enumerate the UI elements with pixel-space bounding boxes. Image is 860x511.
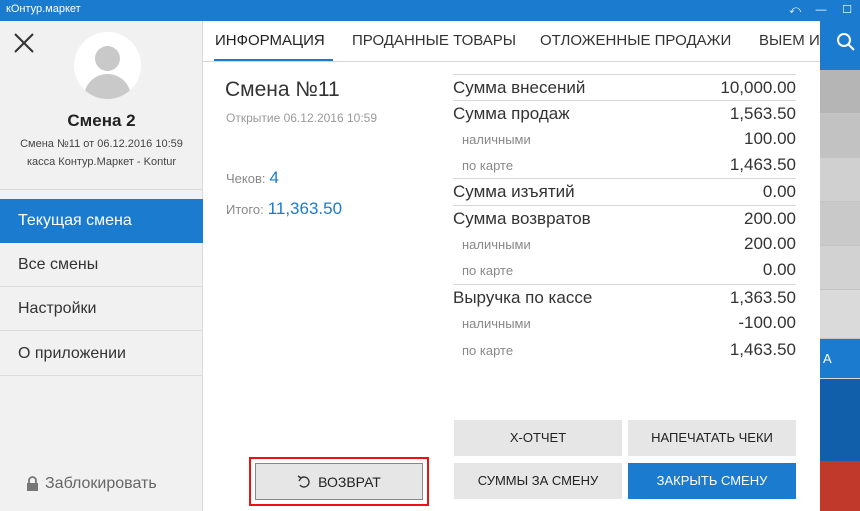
- back-window-button[interactable]: ⤺: [782, 0, 808, 21]
- summary-value: 200.00: [744, 209, 796, 228]
- total-label: Итого:: [226, 202, 264, 217]
- summary-row-returns-card: по карте 0.00: [453, 257, 796, 283]
- summary-value: 1,563.50: [729, 104, 796, 123]
- summary-value: 0.00: [762, 182, 796, 201]
- summary-row-sales-cash: наличными 100.00: [453, 126, 796, 152]
- summary-row-returns-cash: наличными 200.00: [453, 231, 796, 257]
- cashbox-info: касса Контур.Маркет - Kontur: [26, 156, 177, 168]
- summary-row-revenue-card: по карте 1,463.50: [453, 337, 796, 363]
- tab-sold-items[interactable]: ПРОДАННЫЕ ТОВАРЫ: [352, 32, 516, 49]
- close-shift-button[interactable]: ЗАКРЫТЬ СМЕНУ: [628, 463, 796, 499]
- shift-title: Смена №11: [225, 78, 340, 101]
- close-icon[interactable]: [12, 31, 36, 55]
- summary-label: Выручка по кассе: [453, 288, 593, 307]
- summary-row-revenue-cash: наличными -100.00: [453, 310, 796, 336]
- lock-label: Заблокировать: [45, 475, 157, 492]
- sidebar-item-settings[interactable]: Настройки: [0, 287, 203, 331]
- background-panel: А: [820, 21, 860, 511]
- summary-label: по карте: [462, 343, 514, 358]
- summary-value: -100.00: [738, 313, 796, 332]
- summary-label: по карте: [462, 158, 514, 173]
- print-checks-button[interactable]: НАПЕЧАТАТЬ ЧЕКИ: [628, 420, 796, 456]
- tab-deferred-sales[interactable]: ОТЛОЖЕННЫЕ ПРОДАЖИ: [540, 32, 731, 49]
- tab-withdrawals[interactable]: ВЫЕМ И: [759, 32, 820, 49]
- background-block: [820, 70, 860, 114]
- sidebar: Смена 2 Смена №11 от 06.12.2016 10:59 ка…: [0, 21, 203, 511]
- maximize-button[interactable]: ☐: [834, 0, 860, 21]
- summary-row-revenue: Выручка по кассе 1,363.50: [453, 284, 796, 310]
- summary-row-sales: Сумма продаж 1,563.50: [453, 100, 796, 126]
- shift-total: Итого: 11,363.50: [226, 199, 342, 219]
- summary-row-deposits: Сумма внесений 10,000.00: [453, 74, 796, 100]
- sidebar-item-all-shifts[interactable]: Все смены: [0, 243, 203, 287]
- summary-value: 100.00: [744, 129, 796, 148]
- summary-value: 1,363.50: [729, 288, 796, 307]
- summary-label: Сумма изъятий: [453, 182, 575, 201]
- checks-count: Чеков: 4: [226, 168, 279, 188]
- active-tab-indicator: [214, 59, 333, 61]
- background-red-block: [820, 461, 860, 511]
- title-bar: кОнтур.маркет ⤺ — ☐: [0, 0, 860, 21]
- summary-label: Сумма продаж: [453, 104, 570, 123]
- background-block: [820, 246, 860, 290]
- x-report-button[interactable]: X-ОТЧЕТ: [454, 420, 622, 456]
- background-block: [820, 202, 860, 246]
- background-blue-block: А: [820, 339, 860, 378]
- shift-open-date: Открытие 06.12.2016 10:59: [226, 111, 378, 125]
- summary-value: 1,463.50: [729, 340, 796, 359]
- tab-bar: ИНФОРМАЦИЯ ПРОДАННЫЕ ТОВАРЫ ОТЛОЖЕННЫЕ П…: [203, 21, 820, 62]
- summary-row-withdrawals: Сумма изъятий 0.00: [453, 178, 796, 204]
- tab-information[interactable]: ИНФОРМАЦИЯ: [215, 32, 325, 49]
- background-block: [820, 114, 860, 158]
- checks-label: Чеков:: [226, 171, 266, 186]
- shift-info: Смена №11 от 06.12.2016 10:59: [20, 138, 183, 150]
- summary-value: 0.00: [762, 260, 796, 279]
- shift-sums-button[interactable]: СУММЫ ЗА СМЕНУ: [454, 463, 622, 499]
- avatar-body-shape: [84, 74, 131, 99]
- return-button[interactable]: ВОЗВРАТ: [255, 463, 423, 500]
- sidebar-item-current-shift[interactable]: Текущая смена: [0, 199, 203, 243]
- undo-icon: [297, 474, 310, 488]
- return-label: ВОЗВРАТ: [318, 473, 381, 490]
- minimize-button[interactable]: —: [808, 0, 834, 21]
- summary-label: Сумма внесений: [453, 78, 586, 97]
- avatar: [74, 32, 141, 99]
- sidebar-divider: [0, 189, 203, 190]
- summary-value: 10,000.00: [720, 78, 796, 97]
- background-block: [820, 158, 860, 202]
- summary-label: наличными: [462, 132, 531, 147]
- summary-value: 200.00: [744, 234, 796, 253]
- sidebar-item-about[interactable]: О приложении: [0, 332, 203, 376]
- summary-value: 1,463.50: [729, 155, 796, 174]
- lock-button[interactable]: Заблокировать: [26, 475, 157, 493]
- total-value: 11,363.50: [267, 199, 343, 218]
- user-name: Смена 2: [67, 111, 136, 130]
- background-block: [820, 290, 860, 339]
- summary-label: наличными: [462, 237, 531, 252]
- checks-value: 4: [269, 168, 279, 187]
- avatar-head-shape: [95, 46, 120, 71]
- summary-label: по карте: [462, 263, 514, 278]
- app-title: кОнтур.маркет: [6, 3, 81, 15]
- summary-row-sales-card: по карте 1,463.50: [453, 152, 796, 178]
- window-controls: ⤺ — ☐: [782, 0, 860, 21]
- lock-icon: [27, 476, 38, 491]
- search-icon[interactable]: [836, 32, 856, 52]
- summary-row-returns: Сумма возвратов 200.00: [453, 205, 796, 231]
- summary-label: Сумма возвратов: [453, 209, 591, 228]
- background-dark-blue-block: [820, 379, 860, 461]
- summary-label: наличными: [462, 316, 531, 331]
